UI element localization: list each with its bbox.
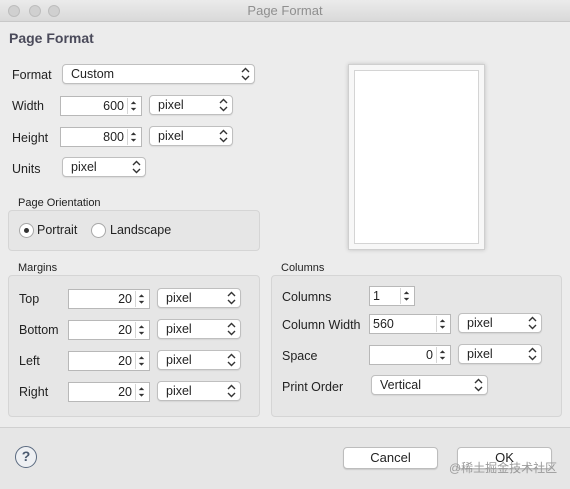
- margin-top-label: Top: [19, 292, 40, 306]
- stepper-icon[interactable]: [436, 347, 448, 363]
- format-label: Format: [12, 68, 52, 82]
- margin-bottom-unit-select[interactable]: pixel: [157, 319, 241, 339]
- print-order-label: Print Order: [282, 380, 344, 394]
- updown-chevron-icon: [474, 378, 483, 392]
- margin-left-unit-value: pixel: [166, 353, 192, 367]
- width-unit-select[interactable]: pixel: [149, 95, 233, 115]
- stepper-icon[interactable]: [436, 316, 448, 332]
- space-label: Space: [282, 349, 318, 363]
- page-preview: [348, 64, 485, 250]
- margin-bottom-value: 20: [118, 323, 132, 337]
- updown-chevron-icon: [241, 67, 250, 81]
- stepper-icon[interactable]: [135, 384, 147, 400]
- units-select[interactable]: pixel: [62, 157, 146, 177]
- width-field[interactable]: 600: [60, 96, 142, 116]
- stepper-icon[interactable]: [135, 322, 147, 338]
- margin-top-field[interactable]: 20: [68, 289, 150, 309]
- margins-group-title: Margins: [18, 262, 58, 274]
- columns-group-title: Columns: [281, 262, 325, 274]
- margin-left-field[interactable]: 20: [68, 351, 150, 371]
- units-value: pixel: [71, 160, 97, 174]
- orientation-group-title: Page Orientation: [18, 197, 101, 209]
- margin-right-label: Right: [19, 385, 49, 399]
- page-preview-sheet: [354, 70, 479, 244]
- column-width-unit-select[interactable]: pixel: [458, 313, 542, 333]
- margin-right-value: 20: [118, 385, 132, 399]
- landscape-label[interactable]: Landscape: [110, 223, 171, 237]
- format-select[interactable]: Custom: [62, 64, 255, 84]
- dialog-heading: Page Format: [9, 30, 94, 46]
- stepper-icon[interactable]: [135, 291, 147, 307]
- help-icon[interactable]: ?: [15, 446, 37, 468]
- updown-chevron-icon: [227, 384, 236, 398]
- margin-bottom-label: Bottom: [19, 323, 59, 337]
- height-field[interactable]: 800: [60, 127, 142, 147]
- margin-top-value: 20: [118, 292, 132, 306]
- column-width-value: 560: [373, 317, 394, 331]
- space-unit-value: pixel: [467, 347, 493, 361]
- updown-chevron-icon: [219, 129, 228, 143]
- stepper-icon[interactable]: [127, 129, 139, 145]
- column-width-unit-value: pixel: [467, 316, 493, 330]
- height-unit-value: pixel: [158, 129, 184, 143]
- width-label: Width: [12, 99, 44, 113]
- format-value: Custom: [71, 67, 115, 81]
- stepper-icon[interactable]: [135, 353, 147, 369]
- columns-count-value: 1: [373, 289, 380, 303]
- margin-bottom-unit-value: pixel: [166, 322, 192, 336]
- window-title: Page Format: [247, 3, 323, 18]
- stepper-icon[interactable]: [400, 288, 412, 304]
- portrait-radio[interactable]: [19, 223, 34, 238]
- margin-top-unit-value: pixel: [166, 291, 192, 305]
- print-order-value: Vertical: [380, 378, 421, 392]
- watermark-text: @稀土掘金技术社区: [449, 461, 558, 475]
- column-width-field[interactable]: 560: [369, 314, 451, 334]
- updown-chevron-icon: [219, 98, 228, 112]
- window-titlebar: Page Format: [0, 0, 570, 22]
- units-label: Units: [12, 162, 41, 176]
- landscape-radio[interactable]: [91, 223, 106, 238]
- print-order-select[interactable]: Vertical: [371, 375, 488, 395]
- height-label: Height: [12, 131, 49, 145]
- width-unit-value: pixel: [158, 98, 184, 112]
- margin-right-field[interactable]: 20: [68, 382, 150, 402]
- cancel-button[interactable]: Cancel: [343, 447, 438, 469]
- margin-left-unit-select[interactable]: pixel: [157, 350, 241, 370]
- updown-chevron-icon: [528, 316, 537, 330]
- stepper-icon[interactable]: [127, 98, 139, 114]
- updown-chevron-icon: [528, 347, 537, 361]
- margin-left-value: 20: [118, 354, 132, 368]
- height-unit-select[interactable]: pixel: [149, 126, 233, 146]
- updown-chevron-icon: [227, 291, 236, 305]
- space-field[interactable]: 0: [369, 345, 451, 365]
- margin-top-unit-select[interactable]: pixel: [157, 288, 241, 308]
- updown-chevron-icon: [227, 322, 236, 336]
- columns-count-field[interactable]: 1: [369, 286, 415, 306]
- columns-count-label: Columns: [282, 290, 332, 304]
- updown-chevron-icon: [227, 353, 236, 367]
- margin-left-label: Left: [19, 354, 40, 368]
- margin-right-unit-value: pixel: [166, 384, 192, 398]
- column-width-label: Column Width: [282, 318, 361, 332]
- margin-right-unit-select[interactable]: pixel: [157, 381, 241, 401]
- width-value: 600: [103, 99, 124, 113]
- updown-chevron-icon: [132, 160, 141, 174]
- space-value: 0: [426, 348, 433, 362]
- height-value: 800: [103, 130, 124, 144]
- space-unit-select[interactable]: pixel: [458, 344, 542, 364]
- margin-bottom-field[interactable]: 20: [68, 320, 150, 340]
- portrait-label[interactable]: Portrait: [37, 223, 77, 237]
